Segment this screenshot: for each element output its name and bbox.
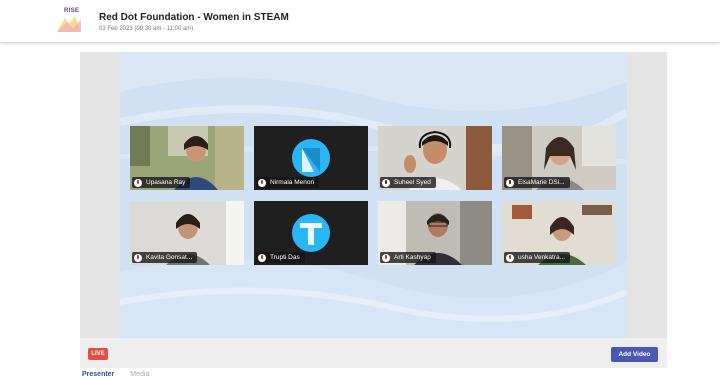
mic-muted-icon bbox=[258, 253, 266, 262]
mic-icon bbox=[382, 178, 390, 187]
add-video-button[interactable]: Add Video bbox=[611, 347, 658, 362]
participant-tile[interactable]: usha Venkatra... bbox=[502, 201, 616, 265]
event-header: RISE Red Dot Foundation - Women in STEAM… bbox=[0, 0, 720, 43]
live-badge[interactable]: LIVE bbox=[88, 348, 108, 360]
participant-tile[interactable]: Upasana Ray bbox=[130, 126, 244, 190]
participant-tile[interactable]: Arti Kashyap bbox=[378, 201, 492, 265]
participant-tile[interactable]: ElsaMarie DSi... bbox=[502, 126, 616, 190]
participant-name-tag: ElsaMarie DSi... bbox=[504, 177, 570, 188]
participant-name-tag: Nirmala Menon bbox=[256, 177, 320, 188]
event-datetime: 03 Feb 2023 (09:30 am - 11:00 am) bbox=[99, 26, 194, 32]
mic-muted-icon bbox=[134, 253, 142, 262]
mic-icon bbox=[506, 178, 514, 187]
mic-muted-icon bbox=[382, 253, 390, 262]
participant-tile[interactable]: Suheel Syed bbox=[378, 126, 492, 190]
participant-name-tag: Upasana Ray bbox=[132, 177, 191, 188]
tab-media[interactable]: Media bbox=[128, 369, 151, 380]
presentation-stage bbox=[120, 52, 627, 338]
tab-presenter[interactable]: Presenter bbox=[80, 369, 116, 380]
mic-muted-icon bbox=[134, 178, 142, 187]
participant-name-tag: Trupti Das bbox=[256, 252, 305, 263]
participant-tile[interactable]: Kavita Gonsat... bbox=[130, 201, 244, 265]
participant-name-tag: Suheel Syed bbox=[380, 177, 436, 188]
rise-logo: RISE bbox=[55, 8, 83, 34]
mic-muted-icon bbox=[506, 253, 514, 262]
participant-name-tag: Kavita Gonsat... bbox=[132, 252, 198, 263]
participant-name-tag: Arti Kashyap bbox=[380, 252, 436, 263]
event-title: Red Dot Foundation - Women in STEAM bbox=[99, 12, 289, 23]
stage-control-bar bbox=[80, 338, 667, 368]
participant-tile[interactable]: Nirmala Menon bbox=[254, 126, 368, 190]
mic-muted-icon bbox=[258, 178, 266, 187]
participant-tile[interactable]: Trupti Das bbox=[254, 201, 368, 265]
bottom-tabs: Presenter Media bbox=[80, 369, 163, 380]
participant-name-tag: usha Venkatra... bbox=[504, 252, 570, 263]
